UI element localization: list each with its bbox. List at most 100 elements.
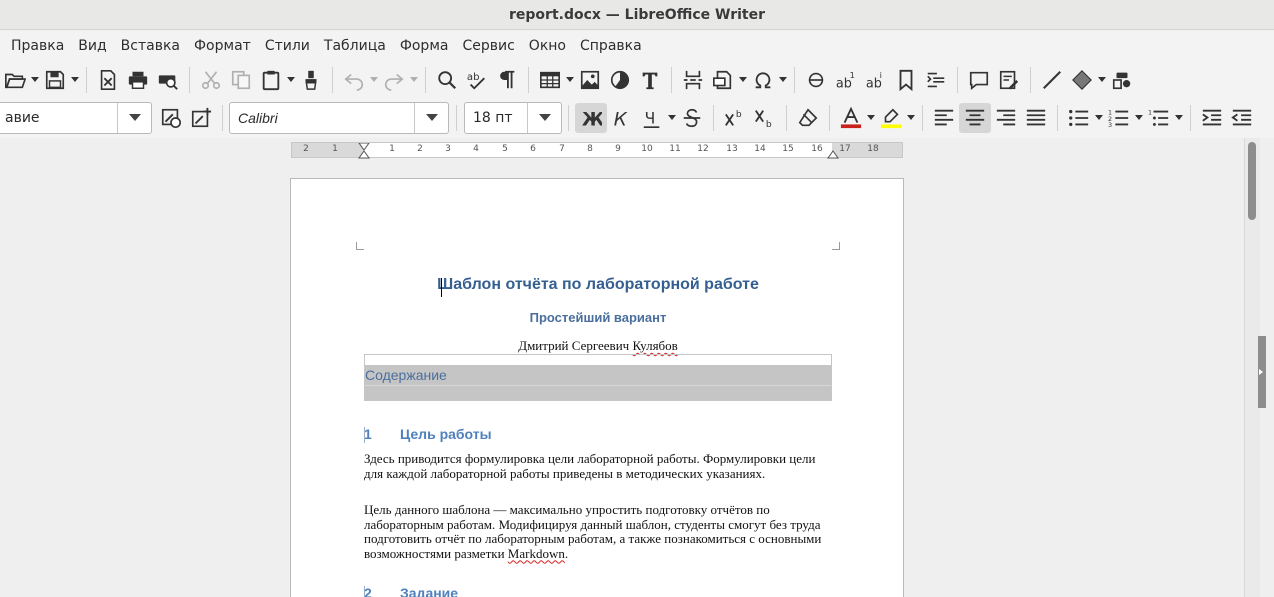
align-left-button[interactable] <box>929 103 959 133</box>
open-button[interactable] <box>0 65 30 95</box>
toc-field-shading <box>365 385 831 400</box>
font-name-dropdown[interactable] <box>414 103 448 133</box>
document-workspace[interactable]: Шаблон отчёта по лабораторной работе Про… <box>0 160 1244 597</box>
menu-format[interactable]: Формат <box>187 31 258 61</box>
menu-window[interactable]: Окно <box>522 31 573 61</box>
superscript-button[interactable]: b <box>720 103 750 133</box>
insert-hyperlink-button[interactable] <box>801 65 831 95</box>
strikethrough-button[interactable] <box>677 103 707 133</box>
new-style-button[interactable] <box>186 103 216 133</box>
document-author[interactable]: Дмитрий Сергеевич Кулябов <box>364 338 832 354</box>
unordered-list-button[interactable] <box>1064 103 1094 133</box>
special-character-dropdown[interactable] <box>778 65 788 95</box>
insert-comment-button[interactable] <box>964 65 994 95</box>
scrollbar-thumb[interactable] <box>1248 142 1256 220</box>
insert-bookmark-button[interactable] <box>891 65 921 95</box>
find-replace-button[interactable] <box>432 65 462 95</box>
redo-dropdown[interactable] <box>409 65 419 95</box>
align-right-button[interactable] <box>991 103 1021 133</box>
section-heading-2[interactable]: 2 Задание <box>364 585 458 597</box>
undo-dropdown[interactable] <box>369 65 379 95</box>
separator <box>1190 105 1191 131</box>
insert-textbox-button[interactable] <box>635 65 665 95</box>
document-title[interactable]: Шаблон отчёта по лабораторной работе <box>364 276 832 294</box>
undo-button[interactable] <box>339 65 369 95</box>
document-page[interactable]: Шаблон отчёта по лабораторной работе Про… <box>290 178 904 597</box>
font-color-dropdown[interactable] <box>866 103 876 133</box>
insert-footnote-button[interactable]: ab 1 <box>831 65 861 95</box>
increase-indent-button[interactable] <box>1197 103 1227 133</box>
italic-button[interactable]: К <box>607 103 637 133</box>
menu-table[interactable]: Таблица <box>317 31 393 61</box>
menu-styles[interactable]: Стили <box>258 31 317 61</box>
redo-button[interactable] <box>379 65 409 95</box>
ordered-list-button[interactable]: 123 <box>1104 103 1134 133</box>
align-left-icon <box>934 109 954 126</box>
print-button[interactable] <box>123 65 153 95</box>
export-pdf-button[interactable] <box>93 65 123 95</box>
cut-button[interactable] <box>196 65 226 95</box>
menu-edit[interactable]: Правка <box>4 31 71 61</box>
menu-tools[interactable]: Сервис <box>455 31 521 61</box>
print-preview-button[interactable] <box>153 65 183 95</box>
section-heading-1[interactable]: 1 Цель работы <box>364 426 492 443</box>
insert-chart-button[interactable] <box>605 65 635 95</box>
paste-button[interactable] <box>256 65 286 95</box>
font-size-dropdown[interactable] <box>527 103 561 133</box>
insert-endnote-button[interactable]: ab i <box>861 65 891 95</box>
horizontal-ruler[interactable]: 2 1 1 2 3 4 5 6 7 8 9 10 11 12 13 14 15 … <box>291 142 903 159</box>
spelling-button[interactable]: ab <box>462 65 492 95</box>
font-name-combo[interactable]: Calibri <box>229 102 449 134</box>
left-indent-marker[interactable] <box>358 143 370 159</box>
track-changes-button[interactable] <box>994 65 1024 95</box>
paragraph-2[interactable]: Цель данного шаблона — максимально упрос… <box>364 502 834 561</box>
ordered-list-dropdown[interactable] <box>1134 103 1144 133</box>
insert-image-button[interactable] <box>575 65 605 95</box>
document-subtitle[interactable]: Простейший вариант <box>364 310 832 325</box>
insert-cross-reference-button[interactable] <box>921 65 951 95</box>
paste-dropdown[interactable] <box>286 65 296 95</box>
align-center-button[interactable] <box>959 103 991 133</box>
justify-button[interactable] <box>1021 103 1051 133</box>
underline-dropdown[interactable] <box>667 103 677 133</box>
insert-line-button[interactable] <box>1037 65 1067 95</box>
show-draw-functions-button[interactable] <box>1107 65 1137 95</box>
sidebar-toggle-handle[interactable] <box>1258 336 1266 408</box>
basic-shapes-dropdown[interactable] <box>1097 65 1107 95</box>
insert-special-character-button[interactable] <box>748 65 778 95</box>
insert-page-break-button[interactable] <box>678 65 708 95</box>
paragraph-1[interactable]: Здесь приводится формулировка цели лабор… <box>364 451 834 481</box>
highlight-color-button[interactable] <box>876 103 906 133</box>
clear-formatting-button[interactable] <box>793 103 823 133</box>
bold-button[interactable]: Ж <box>575 103 607 133</box>
menu-form[interactable]: Форма <box>393 31 456 61</box>
font-size-combo[interactable]: 18 пт <box>464 102 562 134</box>
menu-help[interactable]: Справка <box>573 31 649 61</box>
insert-field-button[interactable] <box>708 65 738 95</box>
insert-field-dropdown[interactable] <box>738 65 748 95</box>
copy-button[interactable] <box>226 65 256 95</box>
highlight-color-dropdown[interactable] <box>906 103 916 133</box>
decrease-indent-button[interactable] <box>1227 103 1257 133</box>
unordered-list-dropdown[interactable] <box>1094 103 1104 133</box>
right-indent-marker[interactable] <box>827 149 839 159</box>
open-dropdown[interactable] <box>30 65 40 95</box>
font-color-button[interactable] <box>836 103 866 133</box>
formatting-marks-button[interactable] <box>492 65 522 95</box>
paragraph-style-combo[interactable]: авие <box>0 102 152 134</box>
outline-list-dropdown[interactable] <box>1174 103 1184 133</box>
insert-table-button[interactable] <box>535 65 565 95</box>
insert-table-dropdown[interactable] <box>565 65 575 95</box>
underline-button[interactable]: Ч <box>637 103 667 133</box>
subscript-button[interactable]: b <box>750 103 780 133</box>
update-style-button[interactable] <box>156 103 186 133</box>
paragraph-style-dropdown[interactable] <box>117 103 151 133</box>
menu-view[interactable]: Вид <box>71 31 113 61</box>
table-of-contents[interactable]: Содержание <box>364 354 832 401</box>
clone-formatting-button[interactable] <box>296 65 326 95</box>
save-dropdown[interactable] <box>70 65 80 95</box>
basic-shapes-button[interactable] <box>1067 65 1097 95</box>
save-button[interactable] <box>40 65 70 95</box>
menu-insert[interactable]: Вставка <box>114 31 187 61</box>
outline-list-button[interactable]: 1 <box>1144 103 1174 133</box>
